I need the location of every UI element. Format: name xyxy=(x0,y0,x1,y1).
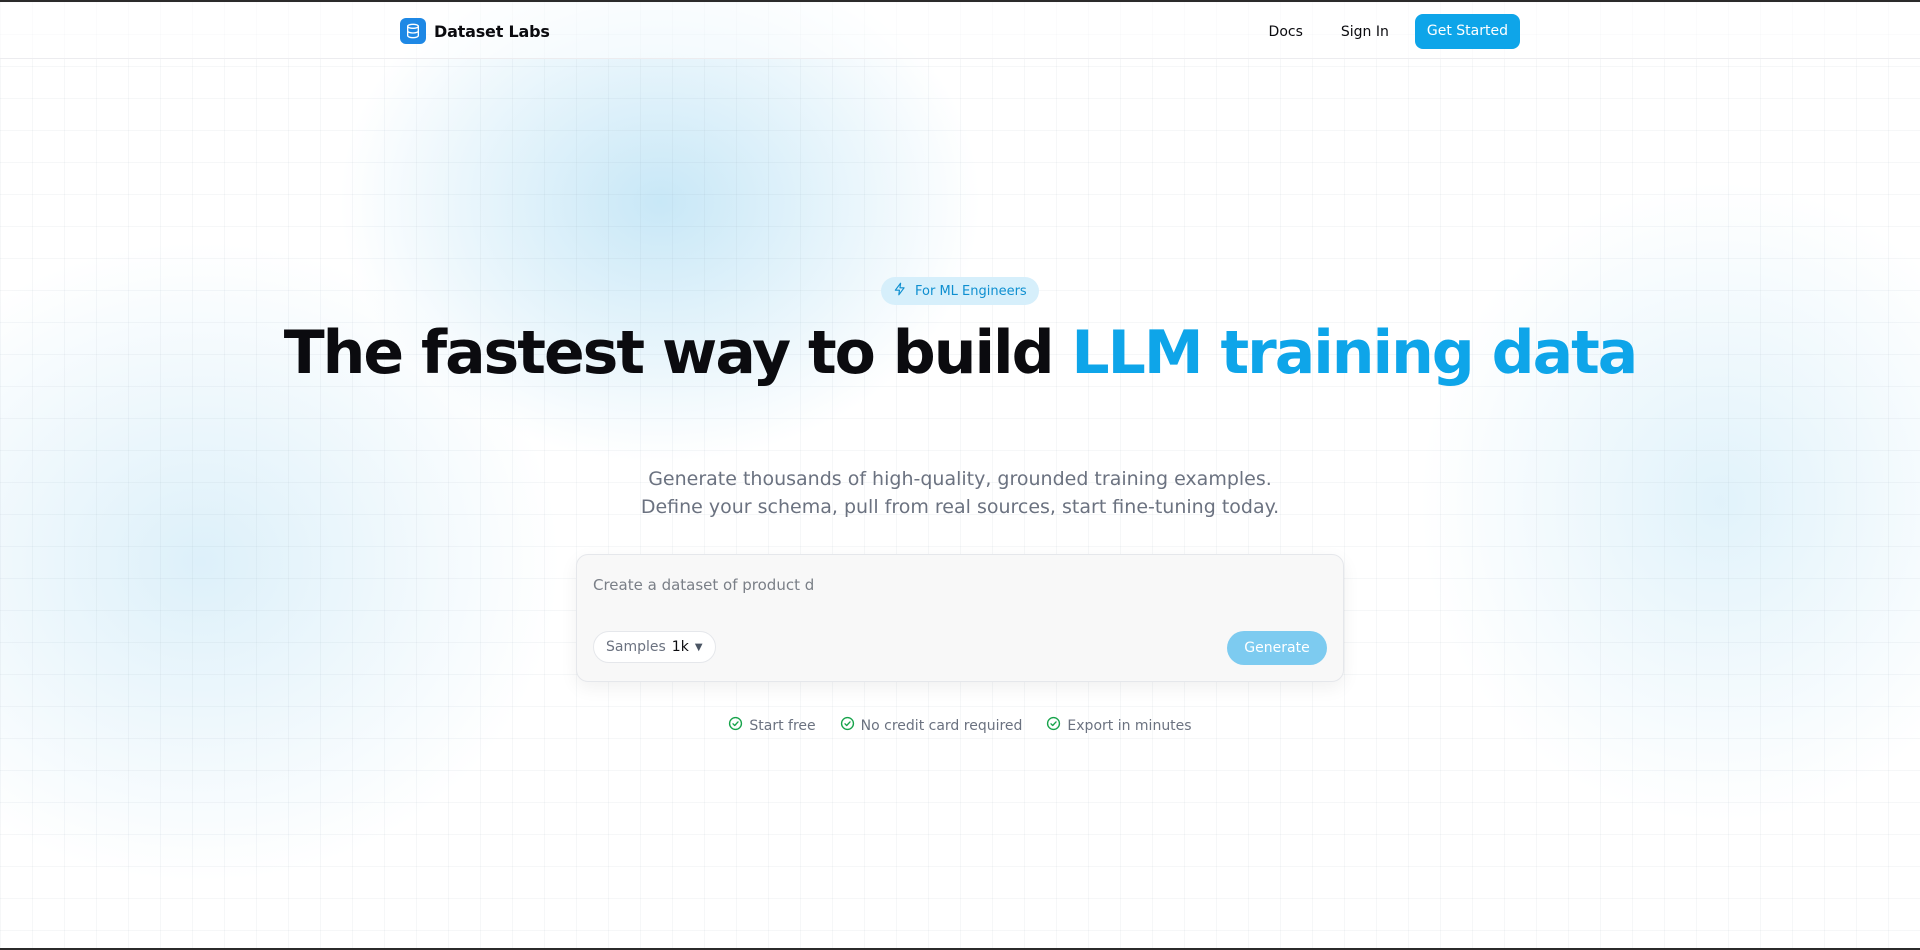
feature-item: No credit card required xyxy=(840,716,1023,735)
page-title: The fastest way to build LLM training da… xyxy=(0,322,1920,384)
nav-sign-in-link[interactable]: Sign In xyxy=(1325,16,1405,48)
samples-value: 1k xyxy=(671,639,689,655)
page-subtitle: Generate thousands of high-quality, grou… xyxy=(640,468,1280,518)
headline-accent: LLM training data xyxy=(1071,318,1638,388)
check-circle-icon xyxy=(1046,716,1061,735)
brand-link[interactable]: Dataset Labs xyxy=(400,18,550,44)
headline-main: The fastest way to build xyxy=(283,318,1072,388)
feature-label: No credit card required xyxy=(860,717,1023,734)
top-nav: Dataset Labs Docs Sign In Get Started xyxy=(0,2,1920,59)
feature-label: Export in minutes xyxy=(1067,717,1192,734)
lightning-icon xyxy=(893,282,907,300)
dataset-prompt-input[interactable] xyxy=(593,571,1313,599)
feature-item: Start free xyxy=(728,716,816,735)
prompt-card: Samples 1k ▼ Generate xyxy=(576,554,1344,682)
get-started-button[interactable]: Get Started xyxy=(1414,14,1520,49)
caret-down-icon: ▼ xyxy=(694,641,703,653)
check-circle-icon xyxy=(728,716,743,735)
badge-label: For ML Engineers xyxy=(915,283,1027,299)
samples-dropdown[interactable]: Samples 1k ▼ xyxy=(593,631,716,663)
feature-list: Start free No credit card required Expor… xyxy=(0,716,1920,735)
landing-page: Dataset Labs Docs Sign In Get Started Fo… xyxy=(0,0,1920,950)
nav-links: Docs Sign In Get Started xyxy=(1253,14,1520,49)
nav-docs-link[interactable]: Docs xyxy=(1253,16,1319,48)
check-circle-icon xyxy=(840,716,855,735)
brand-name: Dataset Labs xyxy=(434,21,550,41)
feature-label: Start free xyxy=(749,717,816,734)
generate-button[interactable]: Generate xyxy=(1227,631,1327,665)
database-icon xyxy=(400,18,426,44)
audience-badge: For ML Engineers xyxy=(881,277,1039,305)
samples-label: Samples xyxy=(606,639,666,655)
feature-item: Export in minutes xyxy=(1046,716,1192,735)
